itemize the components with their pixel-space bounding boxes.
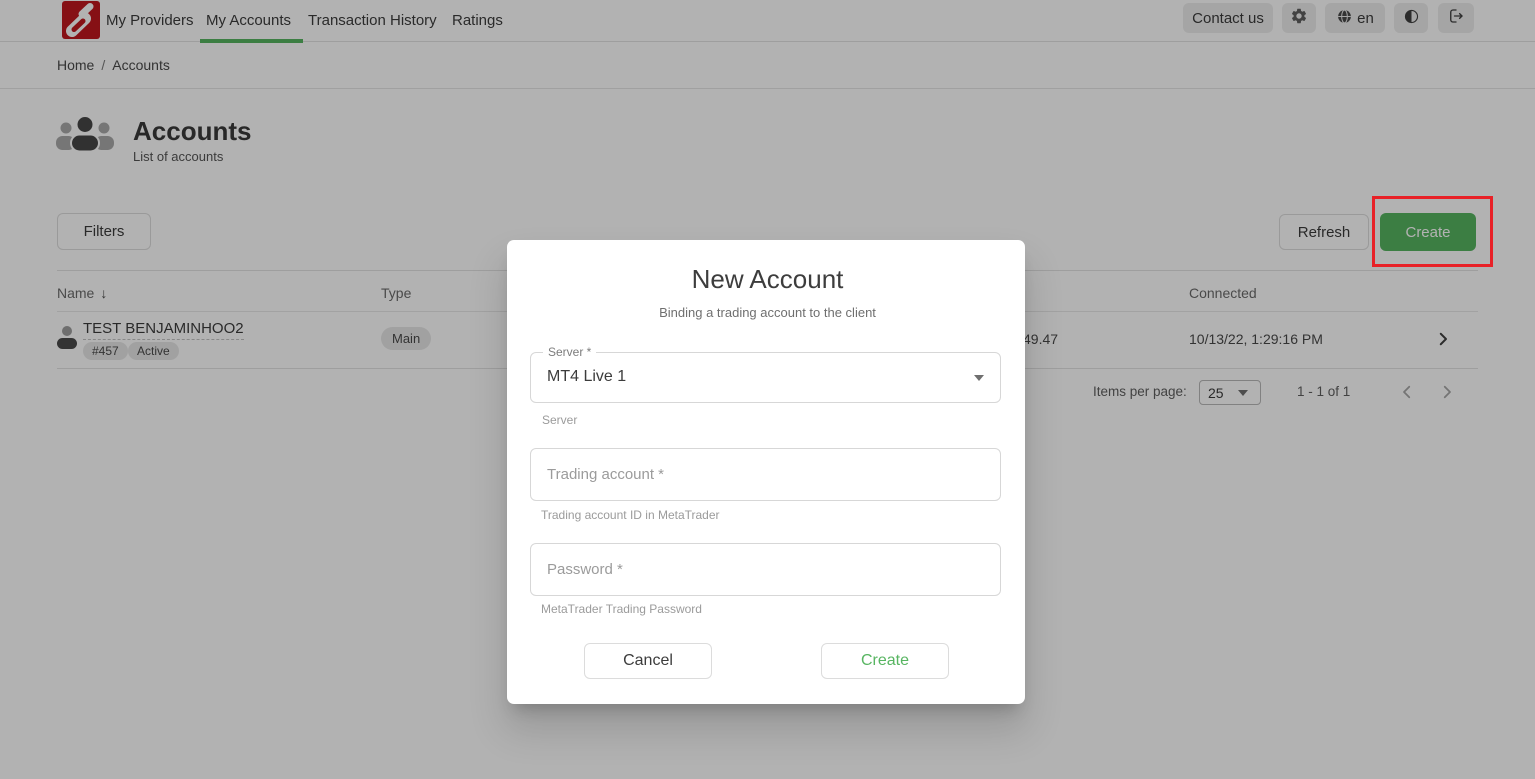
- page: My Providers My Accounts Transaction His…: [0, 0, 1535, 779]
- trading-account-input[interactable]: [530, 448, 1001, 501]
- trading-account-hint: Trading account ID in MetaTrader: [541, 508, 720, 522]
- server-select-label: Server *: [543, 345, 596, 359]
- annotation-highlight-box: [1372, 196, 1493, 267]
- server-select-value: MT4 Live 1: [547, 368, 626, 386]
- dialog-subtitle: Binding a trading account to the client: [0, 305, 1535, 320]
- server-select[interactable]: Server * MT4 Live 1: [530, 352, 1001, 403]
- dialog-create-button[interactable]: Create: [821, 643, 949, 679]
- dialog-title: New Account: [0, 264, 1535, 295]
- password-hint: MetaTrader Trading Password: [541, 602, 702, 616]
- select-caret-icon: [974, 375, 984, 381]
- cancel-button[interactable]: Cancel: [584, 643, 712, 679]
- password-input[interactable]: [530, 543, 1001, 596]
- server-hint: Server: [542, 413, 577, 427]
